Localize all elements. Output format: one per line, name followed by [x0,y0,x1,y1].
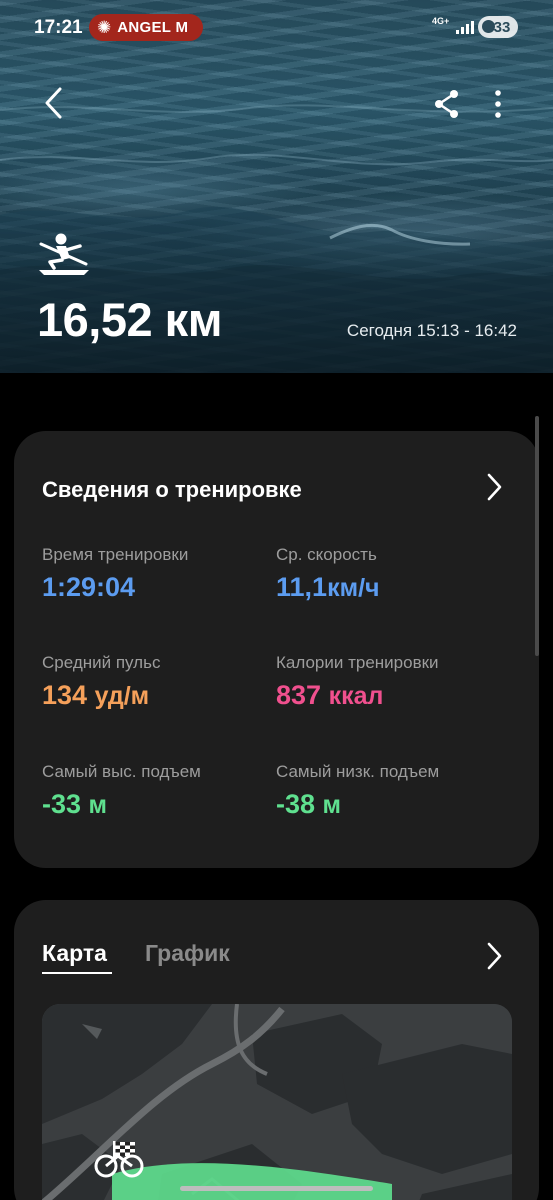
workout-date-range: Сегодня 15:13 - 16:42 [346,321,517,340]
share-icon[interactable] [432,88,462,120]
rowing-icon [39,233,89,275]
start-marker-icon [94,1154,144,1178]
workout-details-card[interactable]: Сведения о тренировке Время тренировки 1… [14,431,539,868]
notification-pill[interactable]: ✺ ANGEL M [89,14,203,41]
route-map[interactable] [42,1004,512,1200]
network-indicator: 4G+ [432,16,450,26]
status-time: 17:21 [34,17,83,38]
map-graph-card: Карта График [14,900,539,1200]
scrollbar[interactable] [535,416,539,656]
stat-value: -38 м [276,789,342,819]
stat-min-elevation: Самый низк. подъем -38 м [276,762,506,820]
home-indicator[interactable] [180,1186,373,1191]
stat-label: Самый низк. подъем [276,762,440,781]
stat-workout-time: Время тренировки 1:29:04 [42,545,272,603]
more-options-icon[interactable] [488,88,508,120]
stat-value: 11,1км/ч [276,572,380,602]
stat-label: Ср. скорость [276,545,377,564]
stat-max-elevation: Самый выс. подъем -33 м [42,762,272,820]
workout-details-title: Сведения о тренировке [42,477,302,502]
chevron-right-icon[interactable] [484,472,504,502]
stat-value: 134 уд/м [42,680,150,710]
stat-value: 1:29:04 [42,572,136,602]
signal-icon [456,20,474,34]
active-tab-indicator [42,972,112,974]
sun-icon: ✺ [97,17,112,37]
stat-label: Время тренировки [42,545,189,564]
stat-value: 837 ккал [276,680,384,710]
battery-level: 33 [493,18,511,36]
notification-text: ANGEL M [117,19,189,36]
stat-value: -33 м [42,789,108,819]
stat-avg-speed: Ср. скорость 11,1км/ч [276,545,506,603]
tab-graph[interactable]: График [145,940,230,967]
stat-avg-heart-rate: Средний пульс 134 уд/м [42,653,272,711]
battery-indicator: 33 [478,16,518,38]
battery-saver-icon [482,20,495,33]
stat-label: Средний пульс [42,653,161,672]
stat-calories: Калории тренировки 837 ккал [276,653,506,711]
status-bar: 17:21 ✺ ANGEL M 4G+ 33 [0,14,553,42]
total-distance: 16,52 км [37,293,222,346]
back-icon[interactable] [40,86,70,120]
chevron-right-icon[interactable] [484,941,504,971]
stat-label: Самый выс. подъем [42,762,201,781]
stat-label: Калории тренировки [276,653,439,672]
tab-map[interactable]: Карта [42,940,107,967]
